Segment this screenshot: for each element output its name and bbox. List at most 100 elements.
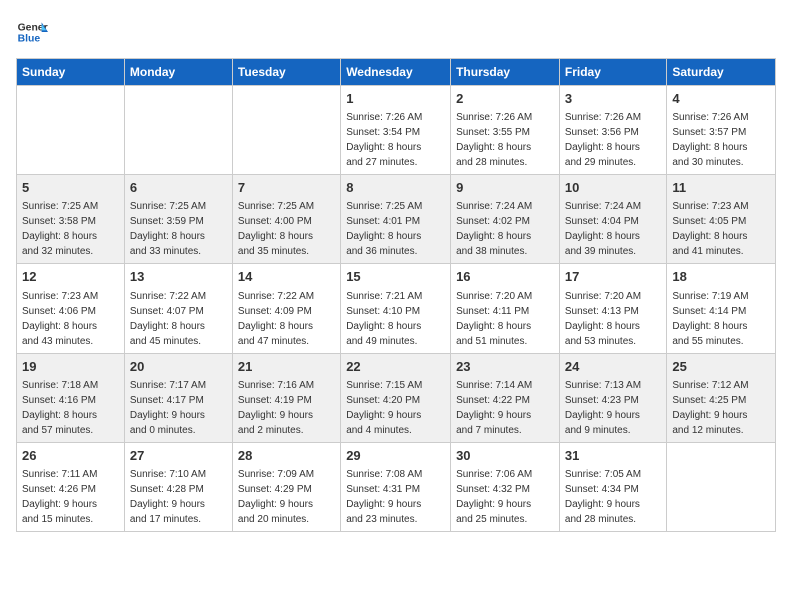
day-info: Sunrise: 7:11 AM Sunset: 4:26 PM Dayligh… xyxy=(22,469,97,525)
day-number: 10 xyxy=(565,179,661,197)
calendar-cell: 29 Sunrise: 7:08 AM Sunset: 4:31 PM Dayli… xyxy=(341,442,451,531)
day-info: Sunrise: 7:23 AM Sunset: 4:06 PM Dayligh… xyxy=(22,291,98,347)
calendar-cell xyxy=(232,86,340,175)
day-info: Sunrise: 7:10 AM Sunset: 4:28 PM Dayligh… xyxy=(130,469,206,525)
day-info: Sunrise: 7:25 AM Sunset: 4:00 PM Dayligh… xyxy=(238,201,314,257)
calendar-cell: 15 Sunrise: 7:21 AM Sunset: 4:10 PM Dayli… xyxy=(341,264,451,353)
calendar-cell: 31 Sunrise: 7:05 AM Sunset: 4:34 PM Dayli… xyxy=(559,442,666,531)
day-info: Sunrise: 7:08 AM Sunset: 4:31 PM Dayligh… xyxy=(346,469,422,525)
calendar-cell: 26 Sunrise: 7:11 AM Sunset: 4:26 PM Dayli… xyxy=(17,442,125,531)
calendar-cell: 1Sunrise: 7:26 AM Sunset: 3:54 PM Daylig… xyxy=(341,86,451,175)
day-number: 23 xyxy=(456,358,554,376)
calendar-cell: 27 Sunrise: 7:10 AM Sunset: 4:28 PM Dayli… xyxy=(124,442,232,531)
day-number: 31 xyxy=(565,447,661,465)
day-number: 13 xyxy=(130,268,227,286)
logo: General Blue xyxy=(16,16,48,48)
day-info: Sunrise: 7:17 AM Sunset: 4:17 PM Dayligh… xyxy=(130,380,206,436)
calendar-cell: 19 Sunrise: 7:18 AM Sunset: 4:16 PM Dayli… xyxy=(17,353,125,442)
day-number: 24 xyxy=(565,358,661,376)
calendar-table: SundayMondayTuesdayWednesdayThursdayFrid… xyxy=(16,58,776,532)
day-info: Sunrise: 7:09 AM Sunset: 4:29 PM Dayligh… xyxy=(238,469,314,525)
day-number: 3 xyxy=(565,90,661,108)
day-info: Sunrise: 7:25 AM Sunset: 3:58 PM Dayligh… xyxy=(22,201,98,257)
calendar-week-row: 12 Sunrise: 7:23 AM Sunset: 4:06 PM Dayli… xyxy=(17,264,776,353)
day-number: 29 xyxy=(346,447,445,465)
day-number: 12 xyxy=(22,268,119,286)
day-number: 1 xyxy=(346,90,445,108)
day-info: Sunrise: 7:26 AM Sunset: 3:56 PM Dayligh… xyxy=(565,112,641,168)
day-number: 26 xyxy=(22,447,119,465)
day-info: Sunrise: 7:24 AM Sunset: 4:04 PM Dayligh… xyxy=(565,201,641,257)
page-header: General Blue xyxy=(16,16,776,48)
day-info: Sunrise: 7:21 AM Sunset: 4:10 PM Dayligh… xyxy=(346,291,422,347)
day-info: Sunrise: 7:13 AM Sunset: 4:23 PM Dayligh… xyxy=(565,380,641,436)
day-info: Sunrise: 7:26 AM Sunset: 3:57 PM Dayligh… xyxy=(672,112,748,168)
day-number: 19 xyxy=(22,358,119,376)
day-number: 27 xyxy=(130,447,227,465)
calendar-cell: 30Sunrise: 7:06 AM Sunset: 4:32 PM Dayli… xyxy=(451,442,560,531)
weekday-header-sunday: Sunday xyxy=(17,59,125,86)
calendar-week-row: 1Sunrise: 7:26 AM Sunset: 3:54 PM Daylig… xyxy=(17,86,776,175)
weekday-header-monday: Monday xyxy=(124,59,232,86)
weekday-header-saturday: Saturday xyxy=(667,59,776,86)
day-info: Sunrise: 7:22 AM Sunset: 4:07 PM Dayligh… xyxy=(130,291,206,347)
day-info: Sunrise: 7:14 AM Sunset: 4:22 PM Dayligh… xyxy=(456,380,532,436)
day-info: Sunrise: 7:15 AM Sunset: 4:20 PM Dayligh… xyxy=(346,380,422,436)
day-number: 2 xyxy=(456,90,554,108)
day-info: Sunrise: 7:05 AM Sunset: 4:34 PM Dayligh… xyxy=(565,469,641,525)
day-info: Sunrise: 7:23 AM Sunset: 4:05 PM Dayligh… xyxy=(672,201,748,257)
day-number: 5 xyxy=(22,179,119,197)
day-number: 18 xyxy=(672,268,770,286)
calendar-cell: 5 Sunrise: 7:25 AM Sunset: 3:58 PM Daylig… xyxy=(17,175,125,264)
weekday-header-row: SundayMondayTuesdayWednesdayThursdayFrid… xyxy=(17,59,776,86)
logo-icon: General Blue xyxy=(16,16,48,48)
calendar-cell xyxy=(667,442,776,531)
day-info: Sunrise: 7:12 AM Sunset: 4:25 PM Dayligh… xyxy=(672,380,748,436)
weekday-header-thursday: Thursday xyxy=(451,59,560,86)
calendar-cell: 22 Sunrise: 7:15 AM Sunset: 4:20 PM Dayli… xyxy=(341,353,451,442)
day-info: Sunrise: 7:18 AM Sunset: 4:16 PM Dayligh… xyxy=(22,380,98,436)
calendar-cell: 28 Sunrise: 7:09 AM Sunset: 4:29 PM Dayli… xyxy=(232,442,340,531)
calendar-cell: 21 Sunrise: 7:16 AM Sunset: 4:19 PM Dayli… xyxy=(232,353,340,442)
day-number: 21 xyxy=(238,358,335,376)
calendar-cell: 24 Sunrise: 7:13 AM Sunset: 4:23 PM Dayli… xyxy=(559,353,666,442)
day-number: 22 xyxy=(346,358,445,376)
day-info: Sunrise: 7:06 AM Sunset: 4:32 PM Dayligh… xyxy=(456,469,532,525)
calendar-cell xyxy=(124,86,232,175)
calendar-cell: 12 Sunrise: 7:23 AM Sunset: 4:06 PM Dayli… xyxy=(17,264,125,353)
calendar-cell: 20 Sunrise: 7:17 AM Sunset: 4:17 PM Dayli… xyxy=(124,353,232,442)
weekday-header-friday: Friday xyxy=(559,59,666,86)
calendar-cell: 10 Sunrise: 7:24 AM Sunset: 4:04 PM Dayli… xyxy=(559,175,666,264)
day-number: 4 xyxy=(672,90,770,108)
day-number: 14 xyxy=(238,268,335,286)
day-number: 20 xyxy=(130,358,227,376)
calendar-cell: 14Sunrise: 7:22 AM Sunset: 4:09 PM Dayli… xyxy=(232,264,340,353)
calendar-cell: 7Sunrise: 7:25 AM Sunset: 4:00 PM Daylig… xyxy=(232,175,340,264)
day-number: 15 xyxy=(346,268,445,286)
weekday-header-tuesday: Tuesday xyxy=(232,59,340,86)
calendar-cell: 13 Sunrise: 7:22 AM Sunset: 4:07 PM Dayli… xyxy=(124,264,232,353)
day-info: Sunrise: 7:24 AM Sunset: 4:02 PM Dayligh… xyxy=(456,201,532,257)
day-number: 17 xyxy=(565,268,661,286)
calendar-cell: 25Sunrise: 7:12 AM Sunset: 4:25 PM Dayli… xyxy=(667,353,776,442)
day-number: 8 xyxy=(346,179,445,197)
calendar-cell: 9 Sunrise: 7:24 AM Sunset: 4:02 PM Daylig… xyxy=(451,175,560,264)
day-info: Sunrise: 7:20 AM Sunset: 4:11 PM Dayligh… xyxy=(456,291,532,347)
day-number: 9 xyxy=(456,179,554,197)
day-info: Sunrise: 7:16 AM Sunset: 4:19 PM Dayligh… xyxy=(238,380,314,436)
calendar-cell: 16Sunrise: 7:20 AM Sunset: 4:11 PM Dayli… xyxy=(451,264,560,353)
day-info: Sunrise: 7:19 AM Sunset: 4:14 PM Dayligh… xyxy=(672,291,748,347)
day-number: 11 xyxy=(672,179,770,197)
calendar-week-row: 26 Sunrise: 7:11 AM Sunset: 4:26 PM Dayli… xyxy=(17,442,776,531)
calendar-cell: 4 Sunrise: 7:26 AM Sunset: 3:57 PM Daylig… xyxy=(667,86,776,175)
day-info: Sunrise: 7:20 AM Sunset: 4:13 PM Dayligh… xyxy=(565,291,641,347)
day-info: Sunrise: 7:25 AM Sunset: 4:01 PM Dayligh… xyxy=(346,201,422,257)
calendar-cell: 6Sunrise: 7:25 AM Sunset: 3:59 PM Daylig… xyxy=(124,175,232,264)
calendar-cell: 23 Sunrise: 7:14 AM Sunset: 4:22 PM Dayli… xyxy=(451,353,560,442)
calendar-week-row: 19 Sunrise: 7:18 AM Sunset: 4:16 PM Dayli… xyxy=(17,353,776,442)
svg-text:Blue: Blue xyxy=(18,34,41,45)
day-number: 28 xyxy=(238,447,335,465)
calendar-cell: 17 Sunrise: 7:20 AM Sunset: 4:13 PM Dayli… xyxy=(559,264,666,353)
calendar-cell: 3 Sunrise: 7:26 AM Sunset: 3:56 PM Daylig… xyxy=(559,86,666,175)
calendar-cell xyxy=(17,86,125,175)
